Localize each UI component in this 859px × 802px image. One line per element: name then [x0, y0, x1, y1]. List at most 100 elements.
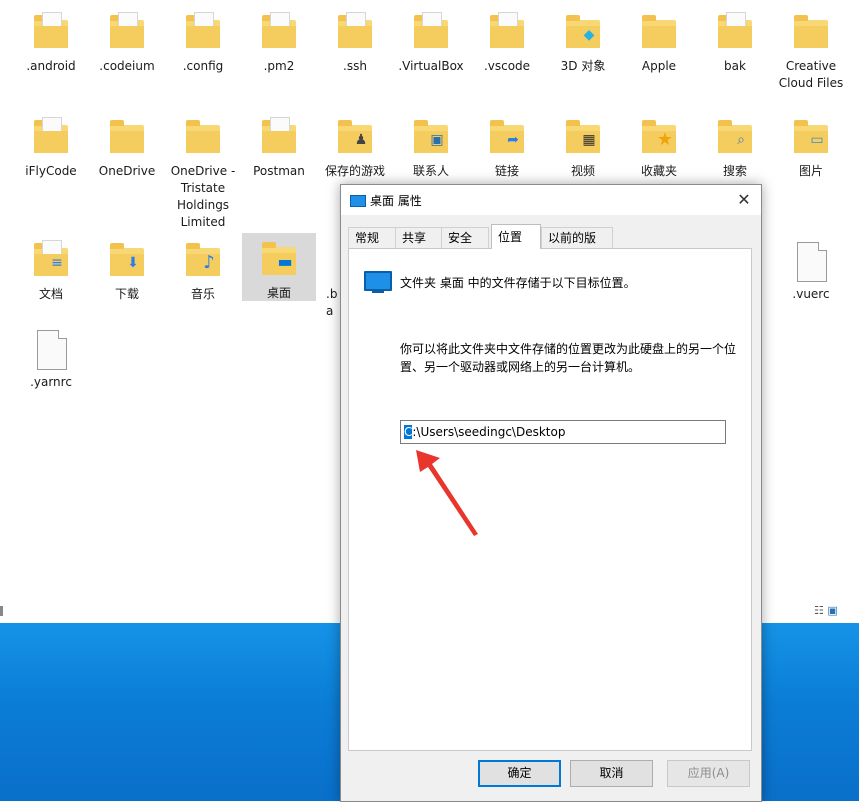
- folder-item[interactable]: OneDrive - Tristate Holdings Limited: [166, 107, 240, 235]
- star-icon: ★: [656, 129, 674, 150]
- folder-item[interactable]: ♪ 音乐: [166, 230, 240, 307]
- folder-label: .pm2: [263, 59, 295, 73]
- folder-item[interactable]: OneDrive: [90, 107, 164, 184]
- folder-label: .codeium: [99, 59, 155, 73]
- folder-item[interactable]: ♟ 保存的游戏: [318, 107, 392, 184]
- file-icon: [318, 240, 340, 284]
- location-description: 你可以将此文件夹中文件存储的位置更改为此硬盘上的另一个位置、另一个驱动器或网络上…: [400, 342, 737, 374]
- folder-label: OneDrive - Tristate Holdings Limited: [170, 164, 236, 229]
- tab-location[interactable]: 位置: [491, 224, 541, 249]
- folder-label: .android: [26, 59, 76, 73]
- folder-item[interactable]: ➦ 链接: [470, 107, 544, 184]
- folder-label: 链接: [494, 164, 519, 178]
- file-item[interactable]: .vuerc: [774, 230, 848, 307]
- picture-icon: ▭: [810, 132, 824, 148]
- folder-label: 图片: [798, 164, 823, 178]
- folder-icon: [335, 12, 375, 56]
- annotation-arrow-icon: [416, 450, 478, 536]
- folder-icon: [715, 12, 755, 56]
- folder-item[interactable]: .android: [14, 2, 88, 79]
- folder-label: 联系人: [412, 164, 449, 178]
- file-icon: [791, 240, 831, 284]
- tab-previous-versions[interactable]: 以前的版本: [541, 227, 613, 265]
- folder-label: Creative Cloud Files: [778, 59, 844, 90]
- folder-icon: [183, 12, 223, 56]
- tab-general[interactable]: 常规: [348, 227, 396, 248]
- file-label: .yarnrc: [30, 375, 72, 389]
- folder-item[interactable]: ⬇ 下载: [90, 230, 164, 307]
- view-toggle[interactable]: ☷ ▣: [814, 604, 838, 617]
- folder-label: 音乐: [190, 287, 215, 301]
- location-info-text: 文件夹 桌面 中的文件存储于以下目标位置。: [400, 276, 636, 290]
- folder-icon: [107, 12, 147, 56]
- file-icon: [31, 328, 71, 372]
- folder-label: .config: [182, 59, 224, 73]
- folder-icon: [411, 12, 451, 56]
- cube-icon: ◆: [583, 27, 595, 43]
- folder-icon: [639, 12, 679, 56]
- folder-item[interactable]: iFlyCode: [14, 107, 88, 184]
- document-icon: ≡: [51, 255, 63, 271]
- location-path-input[interactable]: C:\Users\seedingc\Desktop: [400, 420, 726, 444]
- large-icons-view-icon[interactable]: ▣: [827, 604, 837, 617]
- folder-item[interactable]: .ssh: [318, 2, 392, 79]
- folder-label: 桌面: [266, 286, 291, 300]
- dialog-titlebar[interactable]: 桌面 属性 ✕: [341, 185, 761, 215]
- folder-label: .vscode: [483, 59, 531, 73]
- close-button[interactable]: ✕: [727, 185, 761, 215]
- tab-security[interactable]: 安全: [441, 227, 489, 248]
- film-icon: ▦: [582, 132, 596, 148]
- folder-item[interactable]: .pm2: [242, 2, 316, 79]
- folder-item[interactable]: ★ 收藏夹: [622, 107, 696, 184]
- folder-item[interactable]: Creative Cloud Files: [774, 2, 848, 96]
- folder-icon: ⌕: [715, 117, 755, 161]
- desktop-folder-icon: [364, 271, 392, 293]
- apply-button[interactable]: 应用(A): [667, 760, 750, 787]
- folder-label: 视频: [570, 164, 595, 178]
- folder-item-selected[interactable]: ▬ 桌面: [242, 233, 316, 301]
- folder-item[interactable]: ▣ 联系人: [394, 107, 468, 184]
- folder-label: 保存的游戏: [324, 164, 385, 178]
- folder-item[interactable]: Postman: [242, 107, 316, 184]
- folder-label: 收藏夹: [640, 164, 677, 178]
- file-item[interactable]: .ba: [318, 230, 340, 324]
- folder-icon: ♟: [335, 117, 375, 161]
- contact-card-icon: ▣: [430, 132, 444, 148]
- folder-icon: [107, 117, 147, 161]
- folder-item[interactable]: ≡ 文档: [14, 230, 88, 307]
- location-tab-panel: 文件夹 桌面 中的文件存储于以下目标位置。 你可以将此文件夹中文件存储的位置更改…: [348, 248, 752, 751]
- tab-sharing[interactable]: 共享: [395, 227, 443, 248]
- folder-label: 搜索: [722, 164, 747, 178]
- folder-label: Postman: [253, 164, 305, 178]
- folder-item[interactable]: .vscode: [470, 2, 544, 79]
- folder-label: .VirtualBox: [398, 59, 464, 73]
- folder-item[interactable]: Apple: [622, 2, 696, 79]
- folder-icon: ♪: [183, 240, 223, 284]
- folder-icon: ▭: [791, 117, 831, 161]
- folder-icon: ➦: [487, 117, 527, 161]
- folder-icon: [31, 117, 71, 161]
- file-item[interactable]: .yarnrc: [14, 318, 88, 395]
- details-view-icon[interactable]: ☷: [814, 604, 824, 617]
- path-text: :\Users\seedingc\Desktop: [412, 425, 566, 439]
- folder-label: Apple: [641, 59, 677, 73]
- folder-icon: ▣: [411, 117, 451, 161]
- folder-icon: [183, 117, 223, 161]
- folder-label: bak: [724, 59, 746, 73]
- ok-button[interactable]: 确定: [478, 760, 561, 787]
- folder-icon: ◆: [563, 12, 603, 56]
- folder-icon: ≡: [31, 240, 71, 284]
- folder-item[interactable]: .codeium: [90, 2, 164, 79]
- folder-item[interactable]: ◆ 3D 对象: [546, 2, 620, 79]
- folder-item[interactable]: ▭ 图片: [774, 107, 848, 184]
- folder-item[interactable]: ▦ 视频: [546, 107, 620, 184]
- folder-item[interactable]: ⌕ 搜索: [698, 107, 772, 184]
- folder-item[interactable]: .VirtualBox: [394, 2, 468, 79]
- desktop-icon: ▬: [277, 252, 293, 271]
- cancel-button[interactable]: 取消: [570, 760, 653, 787]
- folder-label: iFlyCode: [25, 164, 77, 178]
- folder-item[interactable]: bak: [698, 2, 772, 79]
- desktop-folder-icon: [350, 195, 366, 207]
- folder-icon: [791, 12, 831, 56]
- folder-item[interactable]: .config: [166, 2, 240, 79]
